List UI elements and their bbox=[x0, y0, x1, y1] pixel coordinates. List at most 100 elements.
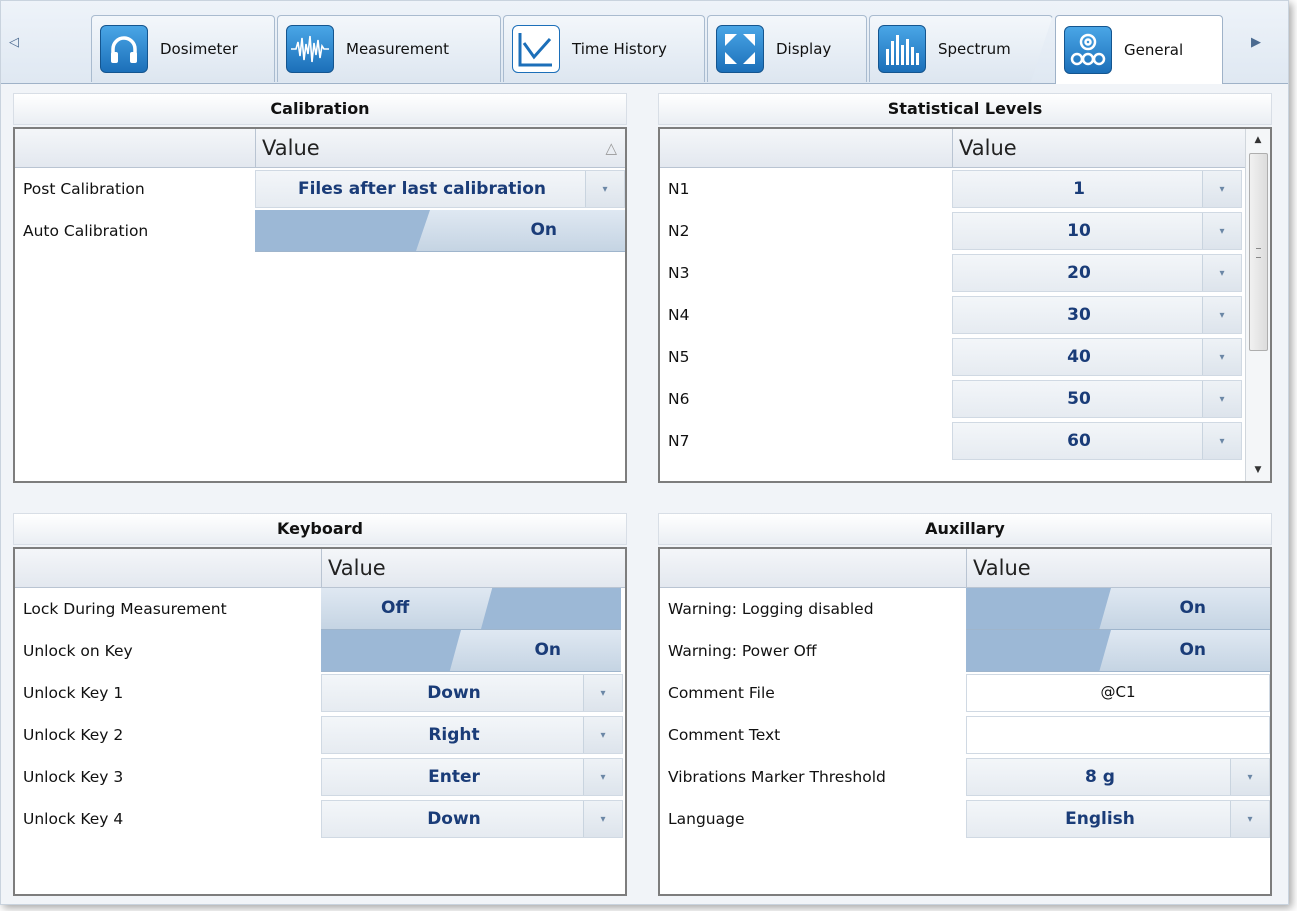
comment-text-field[interactable] bbox=[966, 716, 1270, 754]
warning-logging-disabled-toggle[interactable]: On bbox=[966, 588, 1270, 630]
chevron-down-icon[interactable]: ▾ bbox=[1202, 171, 1241, 207]
grid-header: Value bbox=[15, 549, 625, 588]
value-column-header[interactable]: Value bbox=[321, 549, 625, 587]
chevron-down-icon[interactable]: ▾ bbox=[1202, 381, 1241, 417]
tab-label: Display bbox=[776, 40, 832, 58]
vibrations-marker-threshold-dropdown[interactable]: 8 g ▾ bbox=[966, 758, 1270, 796]
n6-dropdown[interactable]: 50 ▾ bbox=[952, 380, 1242, 418]
chevron-down-icon[interactable]: ▾ bbox=[583, 675, 622, 711]
value-column-header[interactable]: Value bbox=[952, 129, 1246, 167]
n1-dropdown[interactable]: 1 ▾ bbox=[952, 170, 1242, 208]
scroll-down-icon[interactable]: ▼ bbox=[1246, 459, 1270, 481]
grid-row-unlock-key-3: Unlock Key 3 Enter ▾ bbox=[15, 756, 625, 798]
toggle-thumb bbox=[481, 588, 621, 629]
grid-row-language: Language English ▾ bbox=[660, 798, 1270, 840]
row-label: N6 bbox=[668, 390, 690, 408]
toggle-value: On bbox=[534, 640, 561, 660]
unlock-key-2-dropdown[interactable]: Right ▾ bbox=[321, 716, 623, 754]
tab-measurement[interactable]: Measurement bbox=[277, 15, 501, 82]
toggle-value: Off bbox=[381, 598, 410, 618]
unlock-on-key-toggle[interactable]: On bbox=[321, 630, 621, 672]
scroll-right-icon: ▶ bbox=[1251, 34, 1261, 50]
dropdown-value: 50 bbox=[1067, 389, 1091, 409]
chevron-down-icon[interactable]: ▾ bbox=[585, 171, 624, 207]
row-label: Unlock Key 4 bbox=[23, 810, 124, 828]
chevron-down-icon[interactable]: ▾ bbox=[583, 717, 622, 753]
value-column-header[interactable]: Value bbox=[966, 549, 1270, 587]
chevron-down-icon[interactable]: ▾ bbox=[1230, 759, 1269, 795]
row-label: Unlock Key 1 bbox=[23, 684, 124, 702]
chevron-down-icon[interactable]: ▾ bbox=[583, 759, 622, 795]
tab-dosimeter[interactable]: Dosimeter bbox=[91, 15, 275, 82]
dropdown-value: 20 bbox=[1067, 263, 1091, 283]
chevron-down-icon[interactable]: ▾ bbox=[1230, 801, 1269, 837]
unlock-key-1-dropdown[interactable]: Down ▾ bbox=[321, 674, 623, 712]
n5-dropdown[interactable]: 40 ▾ bbox=[952, 338, 1242, 376]
row-label: Unlock Key 2 bbox=[23, 726, 124, 744]
comment-file-field[interactable]: @C1 bbox=[966, 674, 1270, 712]
settings-window: ◁ Dosimeter Measurement Time History Dis… bbox=[0, 0, 1289, 905]
row-label: Lock During Measurement bbox=[23, 600, 227, 618]
n7-dropdown[interactable]: 60 ▾ bbox=[952, 422, 1242, 460]
dropdown-value: Files after last calibration bbox=[297, 179, 547, 199]
grid-row-unlock-key-2: Unlock Key 2 Right ▾ bbox=[15, 714, 625, 756]
warning-power-off-toggle[interactable]: On bbox=[966, 630, 1270, 672]
unlock-key-4-dropdown[interactable]: Down ▾ bbox=[321, 800, 623, 838]
tab-time-history[interactable]: Time History bbox=[503, 15, 705, 82]
toggle-thumb bbox=[321, 630, 461, 671]
row-label: N2 bbox=[668, 222, 690, 240]
keyboard-grid: Value Lock During Measurement Off Unlock… bbox=[13, 547, 627, 896]
toggle-value: On bbox=[1179, 640, 1206, 660]
scrollbar-thumb[interactable] bbox=[1249, 153, 1268, 351]
n3-dropdown[interactable]: 20 ▾ bbox=[952, 254, 1242, 292]
unlock-key-3-dropdown[interactable]: Enter ▾ bbox=[321, 758, 623, 796]
chevron-down-icon[interactable]: ▾ bbox=[1202, 423, 1241, 459]
waveform-icon bbox=[286, 25, 334, 73]
statistical-levels-grid: Value N1 1 ▾ N2 10 ▾ N3 20 ▾ N4 30 ▾ N5 … bbox=[658, 127, 1272, 483]
chevron-down-icon[interactable]: ▾ bbox=[1202, 213, 1241, 249]
grid-row-n1: N1 1 ▾ bbox=[660, 168, 1270, 210]
n4-dropdown[interactable]: 30 ▾ bbox=[952, 296, 1242, 334]
grid-row-n6: N6 50 ▾ bbox=[660, 378, 1270, 420]
row-label: Warning: Power Off bbox=[668, 642, 817, 660]
grid-row-n5: N5 40 ▾ bbox=[660, 336, 1270, 378]
row-label: Comment Text bbox=[668, 726, 781, 744]
dropdown-value: 1 bbox=[1073, 179, 1085, 199]
tab-spectrum[interactable]: Spectrum bbox=[869, 15, 1053, 82]
sort-ascending-icon: △ bbox=[605, 139, 617, 157]
tab-label: Spectrum bbox=[938, 40, 1011, 58]
grid-row-warning-power-off: Warning: Power Off On bbox=[660, 630, 1270, 672]
tab-scroll-right-button[interactable]: ▶ bbox=[1245, 1, 1267, 83]
chevron-down-icon[interactable]: ▾ bbox=[1202, 297, 1241, 333]
row-label: Warning: Logging disabled bbox=[668, 600, 874, 618]
chevron-down-icon[interactable]: ▾ bbox=[1202, 255, 1241, 291]
gears-icon bbox=[1064, 26, 1112, 74]
statistical-levels-panel: Statistical Levels Value N1 1 ▾ N2 10 ▾ bbox=[658, 93, 1272, 483]
auto-calibration-toggle[interactable]: On bbox=[255, 210, 625, 252]
post-calibration-dropdown[interactable]: Files after last calibration ▾ bbox=[255, 170, 625, 208]
calibration-grid: Value △ Post Calibration Files after las… bbox=[13, 127, 627, 483]
auxillary-grid: Value Warning: Logging disabled On Warni… bbox=[658, 547, 1272, 896]
n2-dropdown[interactable]: 10 ▾ bbox=[952, 212, 1242, 250]
chevron-down-icon[interactable]: ▾ bbox=[583, 801, 622, 837]
toggle-thumb bbox=[255, 210, 430, 251]
dropdown-value: Down bbox=[427, 683, 481, 703]
scroll-up-icon[interactable]: ▲ bbox=[1246, 129, 1270, 151]
tab-display[interactable]: Display bbox=[707, 15, 867, 82]
chevron-down-icon[interactable]: ▾ bbox=[1202, 339, 1241, 375]
tab-general[interactable]: General bbox=[1055, 15, 1223, 84]
row-label: Language bbox=[668, 810, 745, 828]
tab-bar: ◁ Dosimeter Measurement Time History Dis… bbox=[1, 1, 1288, 84]
language-dropdown[interactable]: English ▾ bbox=[966, 800, 1270, 838]
lock-during-measurement-toggle[interactable]: Off bbox=[321, 588, 621, 630]
row-label: Vibrations Marker Threshold bbox=[668, 768, 886, 786]
dropdown-value: Down bbox=[427, 809, 481, 829]
value-column-header[interactable]: Value bbox=[255, 129, 625, 167]
vertical-scrollbar[interactable]: ▲ ▼ bbox=[1245, 129, 1270, 481]
dropdown-value: 30 bbox=[1067, 305, 1091, 325]
grid-row-post-calibration: Post Calibration Files after last calibr… bbox=[15, 168, 625, 210]
line-graph-icon bbox=[512, 25, 560, 73]
tab-scroll-left-button[interactable]: ◁ bbox=[3, 1, 25, 83]
auxillary-title: Auxillary bbox=[658, 513, 1272, 545]
dropdown-value: Enter bbox=[428, 767, 480, 787]
